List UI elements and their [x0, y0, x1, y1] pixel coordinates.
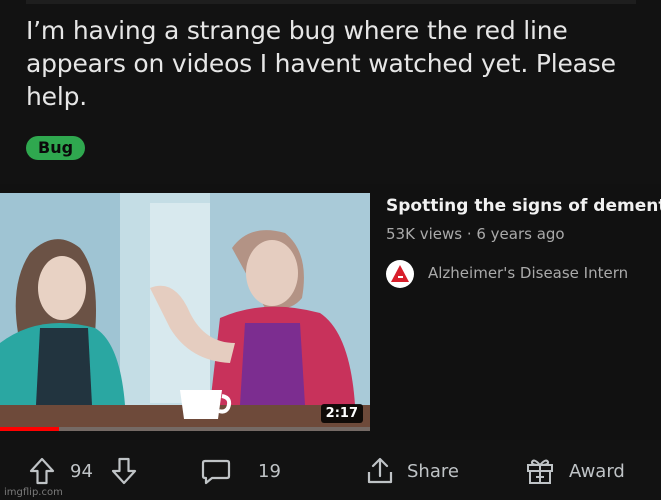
- share-button[interactable]: Share: [365, 456, 459, 486]
- channel-row[interactable]: Alzheimer's Disease Intern: [386, 260, 661, 288]
- flair-badge[interactable]: Bug: [26, 136, 86, 160]
- video-duration: 2:17: [320, 404, 363, 423]
- chat-bubble-icon: [200, 456, 232, 486]
- upvote-button[interactable]: [28, 456, 56, 486]
- arrow-down-icon[interactable]: [110, 456, 138, 486]
- arrow-up-icon[interactable]: [28, 456, 56, 486]
- post-title: I’m having a strange bug where the red l…: [26, 16, 616, 111]
- channel-name: Alzheimer's Disease Intern: [428, 264, 629, 282]
- top-divider: [0, 0, 661, 4]
- video-thumbnail[interactable]: 2:17: [0, 193, 370, 431]
- channel-logo-icon: [386, 260, 414, 288]
- share-icon: [365, 456, 395, 486]
- watched-progress-fill: [0, 427, 60, 431]
- thumbnail-illustration: [0, 193, 370, 431]
- video-title[interactable]: Spotting the signs of dement: [386, 196, 661, 216]
- comments-count: 19: [258, 460, 281, 482]
- vote-count: 94: [70, 456, 93, 486]
- imgflip-watermark: imgflip.com: [4, 487, 63, 498]
- downvote-button[interactable]: [110, 456, 138, 486]
- post-action-bar: 94 19 Share Award: [0, 446, 661, 500]
- gift-award-icon: [525, 456, 555, 486]
- vote-count-label: 94: [70, 460, 93, 482]
- comments-button[interactable]: 19: [200, 456, 281, 486]
- share-label: Share: [407, 460, 459, 482]
- award-button[interactable]: Award: [525, 456, 625, 486]
- video-meta: 53K views · 6 years ago: [386, 225, 565, 243]
- watched-progress-bar: [0, 427, 370, 431]
- award-label: Award: [569, 460, 625, 482]
